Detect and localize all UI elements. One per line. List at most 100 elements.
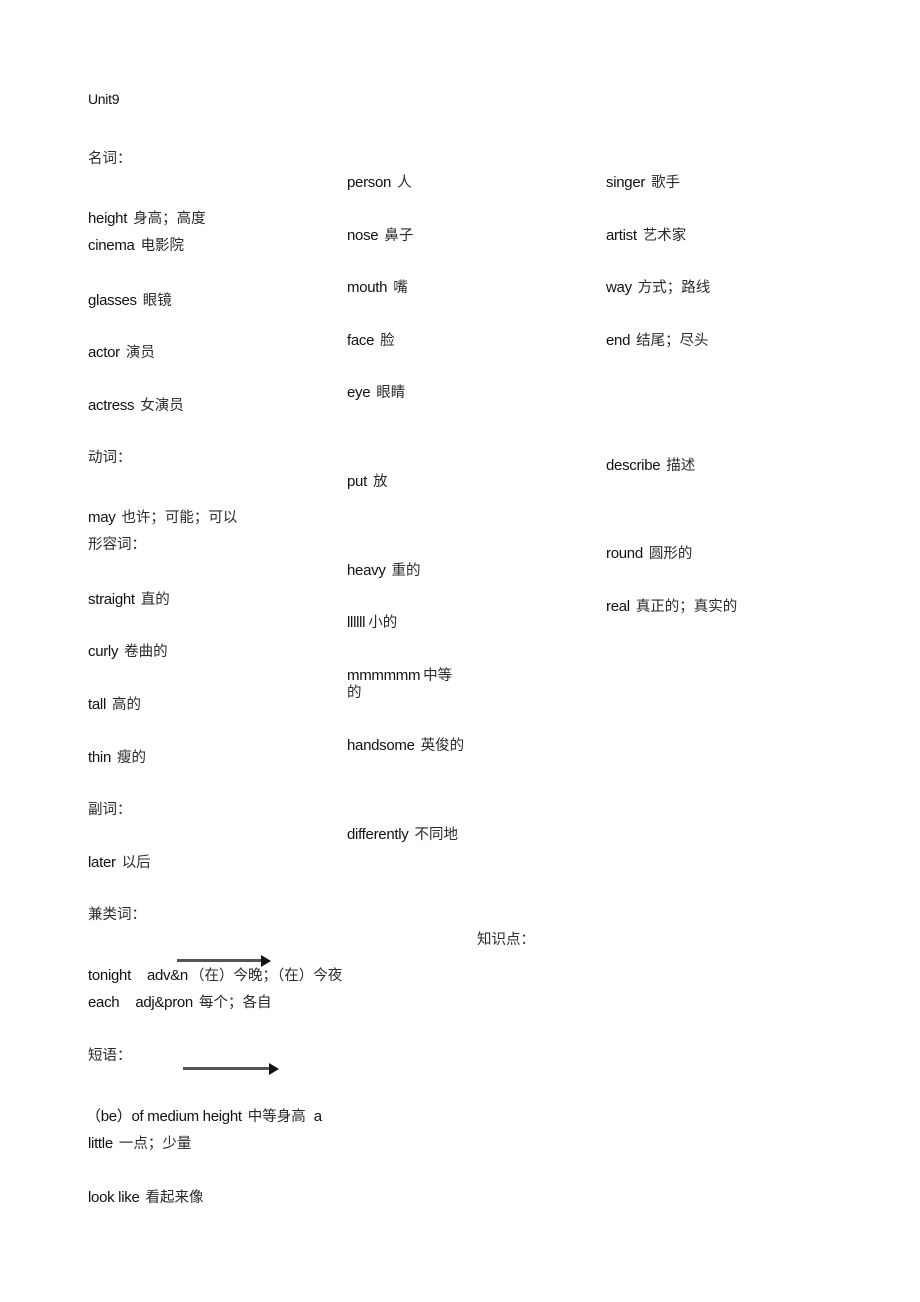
vocab-item: round 圆形的 — [606, 545, 692, 563]
part-of-speech: adj&pron — [135, 994, 193, 1011]
meaning: 每个；各自 — [198, 995, 272, 1011]
vocab-item: actor 演员 — [88, 344, 155, 362]
word: describe — [606, 457, 661, 474]
vocab-item: each adj&pron 每个；各自 — [88, 994, 271, 1012]
meaning: 鼻子 — [384, 228, 414, 244]
vocab-item: straight 直的 — [88, 591, 170, 609]
word: each — [88, 994, 120, 1011]
vocab-item: artist 艺术家 — [606, 227, 686, 245]
vocab-item: mouth 嘴 — [347, 279, 408, 297]
meaning: （在）今晚；（在）今夜 — [189, 968, 343, 984]
vocab-item: real 真正的；真实的 — [606, 598, 737, 616]
vocab-item: actress 女演员 — [88, 397, 184, 415]
meaning: 嘴 — [393, 280, 408, 296]
word: artist — [606, 227, 637, 244]
meaning: 卷曲的 — [124, 644, 168, 660]
meaning: 瘦的 — [117, 750, 146, 766]
word: actress — [88, 397, 135, 414]
word: real — [606, 598, 630, 615]
phrase: little — [88, 1135, 113, 1152]
meaning-continuation: 的 — [347, 685, 362, 701]
word: mouth — [347, 279, 388, 296]
word: end — [606, 332, 631, 349]
vocab-item: person 人 — [347, 174, 412, 192]
meaning: 人 — [397, 175, 412, 191]
word: may — [88, 509, 116, 526]
vocab-item: tall 高的 — [88, 696, 141, 714]
meaning: 中等身高 — [247, 1109, 306, 1125]
word: person — [347, 174, 392, 191]
word: handsome — [347, 737, 415, 754]
meaning: 直的 — [140, 592, 170, 608]
word: face — [347, 332, 375, 349]
vocab-item: later 以后 — [88, 854, 151, 872]
meaning: 描述 — [666, 458, 696, 474]
vocab-item: singer 歌手 — [606, 174, 680, 192]
meaning: 眼镜 — [142, 293, 172, 309]
vocab-item: eye 眼睛 — [347, 384, 405, 402]
meaning: 中等 — [423, 668, 453, 684]
meaning: 一点；少量 — [118, 1136, 192, 1152]
meaning: 高的 — [111, 697, 141, 713]
word: cinema — [88, 237, 135, 254]
word: later — [88, 854, 116, 871]
phrase: （be）of medium height — [86, 1108, 242, 1125]
nouns-heading: 名词： — [88, 151, 132, 167]
vocab-item: differently 不同地 — [347, 826, 458, 844]
phrase-item: （be）of medium height 中等身高 a — [86, 1108, 322, 1126]
vocab-item: thin 瘦的 — [88, 749, 146, 767]
vocab-item: mmmmmm 中等 — [347, 667, 452, 685]
word: put — [347, 473, 367, 490]
word: curly — [88, 643, 119, 660]
meaning: 英俊的 — [420, 738, 465, 754]
phrase-item: little 一点；少量 — [88, 1135, 191, 1153]
unit-title: Unit9 — [88, 91, 120, 107]
adverbs-heading: 副词： — [88, 802, 132, 818]
word: eye — [347, 384, 371, 401]
word: tonight — [88, 967, 131, 984]
meaning: 演员 — [125, 345, 155, 361]
verbs-heading: 动词： — [88, 450, 132, 466]
adjectives-heading: 形容词： — [88, 537, 146, 553]
multi-class-heading: 兼类词： — [88, 907, 146, 923]
word: round — [606, 545, 643, 562]
phrase-continued: a — [313, 1108, 322, 1125]
meaning: 看起来像 — [145, 1190, 204, 1206]
meaning: 身高；高度 — [133, 211, 206, 227]
phrase-item: look like 看起来像 — [88, 1189, 204, 1207]
word: glasses — [88, 292, 137, 309]
word: way — [606, 279, 632, 296]
meaning: 脸 — [380, 333, 395, 349]
word: tall — [88, 696, 106, 713]
word: differently — [347, 826, 409, 843]
word: thin — [88, 749, 111, 766]
meaning: 小的 — [368, 615, 398, 631]
vocab-item: put 放 — [347, 473, 387, 491]
vocab-item: tonight adv&n （在）今晚；（在）今夜 — [88, 967, 342, 985]
word: height — [88, 210, 128, 227]
vocab-item: handsome 英俊的 — [347, 737, 464, 755]
knowledge-heading: 知识点： — [477, 932, 535, 948]
word: straight — [88, 591, 135, 608]
meaning: 也许；可能；可以 — [121, 510, 238, 526]
word: singer — [606, 174, 646, 191]
meaning: 圆形的 — [648, 546, 693, 562]
vocab-item: cinema 电影院 — [88, 237, 184, 255]
vocab-item: end 结尾；尽头 — [606, 332, 709, 350]
word: actor — [88, 344, 120, 361]
meaning: 放 — [372, 474, 388, 490]
vocab-item: face 脸 — [347, 332, 395, 350]
word: nose — [347, 227, 379, 244]
arrow-right-icon — [183, 1063, 279, 1075]
meaning: 结尾；尽头 — [636, 333, 709, 349]
vocab-item: heavy 重的 — [347, 562, 421, 580]
vocab-item: way 方式；路线 — [606, 279, 710, 297]
vocab-item: may 也许；可能；可以 — [88, 509, 237, 527]
part-of-speech: adv&n — [146, 967, 188, 984]
vocab-item: curly 卷曲的 — [88, 643, 168, 661]
phrases-heading: 短语： — [88, 1048, 132, 1064]
meaning: 歌手 — [651, 175, 681, 191]
vocab-item: glasses 眼镜 — [88, 292, 172, 310]
meaning: 真正的；真实的 — [635, 599, 738, 615]
vocab-item: llllll 小的 — [347, 614, 397, 632]
